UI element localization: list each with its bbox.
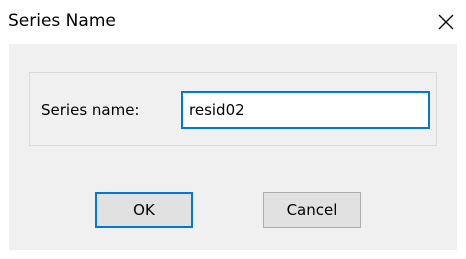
series-name-group: Series name: xyxy=(29,72,437,146)
series-name-dialog: Series Name Series name: OK Cancel xyxy=(0,0,466,259)
dialog-body: Series name: OK Cancel xyxy=(9,44,457,250)
ok-button[interactable]: OK xyxy=(95,192,193,228)
series-name-input[interactable] xyxy=(181,91,430,129)
dialog-title: Series Name xyxy=(8,11,116,31)
close-icon xyxy=(438,14,454,30)
title-bar: Series Name xyxy=(0,0,466,44)
close-button[interactable] xyxy=(426,0,466,44)
cancel-button[interactable]: Cancel xyxy=(263,192,361,228)
series-name-label: Series name: xyxy=(41,101,140,119)
